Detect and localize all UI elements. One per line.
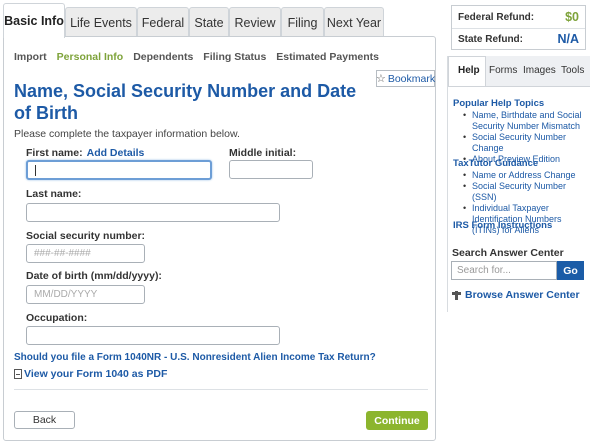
- back-button[interactable]: Back: [14, 411, 75, 429]
- middle-initial-input[interactable]: [229, 160, 313, 179]
- view-pdf-label: View your Form 1040 as PDF: [24, 368, 168, 380]
- state-refund-label: State Refund:: [458, 34, 523, 45]
- tab-life-events[interactable]: Life Events: [65, 7, 137, 37]
- middle-initial-label: Middle initial:: [229, 147, 297, 159]
- ssn-label: Social security number:: [26, 230, 146, 242]
- dob-input[interactable]: MM/DD/YYYY: [26, 285, 145, 304]
- search-input[interactable]: Search for...: [451, 261, 557, 280]
- tab-basic-info[interactable]: Basic Info: [3, 3, 65, 38]
- tutor-link-name-address[interactable]: Name or Address Change: [462, 170, 590, 181]
- pdf-icon: [14, 369, 22, 379]
- ssn-input[interactable]: ###-##-####: [26, 244, 145, 263]
- refund-summary: Federal Refund: $0 State Refund: N/A: [451, 5, 586, 50]
- tutor-link-ssn[interactable]: Social Security Number (SSN): [462, 181, 590, 203]
- help-link-ssn-change[interactable]: Social Security Number Change: [462, 132, 590, 154]
- main-tabs: Basic Info Life Events Federal State Rev…: [3, 3, 436, 38]
- subnav-estimated-payments[interactable]: Estimated Payments: [276, 51, 379, 63]
- occupation-input[interactable]: [26, 326, 280, 345]
- dob-label: Date of birth (mm/dd/yyyy):: [26, 270, 162, 282]
- subnav-import[interactable]: Import: [14, 51, 47, 63]
- state-refund-value: N/A: [557, 32, 579, 46]
- search-go-button[interactable]: Go: [557, 261, 584, 280]
- divider: [14, 389, 428, 390]
- tab-federal[interactable]: Federal: [137, 7, 189, 37]
- nonresident-link[interactable]: Should you file a Form 1040NR - U.S. Non…: [14, 352, 376, 363]
- refund-divider: [452, 28, 585, 29]
- subnav-filing-status[interactable]: Filing Status: [203, 51, 266, 63]
- help-tab-help[interactable]: Help: [458, 65, 480, 76]
- popular-help-list: Name, Birthdate and Social Security Numb…: [462, 110, 590, 165]
- browse-answer-center-label: Browse Answer Center: [465, 289, 580, 301]
- star-icon: ☆: [375, 73, 386, 85]
- first-name-label: First name: Add Details: [26, 147, 144, 159]
- help-tab-forms[interactable]: Forms: [489, 65, 517, 76]
- content-panel: Import Personal Info Dependents Filing S…: [3, 36, 436, 441]
- last-name-input[interactable]: [26, 203, 280, 222]
- sub-navigation: Import Personal Info Dependents Filing S…: [14, 51, 389, 63]
- last-name-label: Last name:: [26, 188, 82, 200]
- add-details-link[interactable]: Add Details: [87, 147, 145, 159]
- page-title: Name, Social Security Number and Date of…: [14, 81, 357, 123]
- search-answer-center-title: Search Answer Center: [452, 247, 564, 259]
- browse-answer-center-link[interactable]: Browse Answer Center: [452, 289, 580, 301]
- view-pdf-link[interactable]: View your Form 1040 as PDF: [14, 368, 167, 380]
- tab-next-year[interactable]: Next Year: [324, 7, 384, 37]
- text-cursor: [35, 164, 36, 176]
- search-placeholder: Search for...: [457, 265, 511, 276]
- popular-help-topics-heading: Popular Help Topics: [453, 98, 545, 109]
- occupation-label: Occupation:: [26, 312, 88, 324]
- help-tab-images[interactable]: Images: [523, 65, 556, 76]
- taxtutor-heading: TaxTutor Guidance: [453, 158, 539, 169]
- help-link-name-mismatch[interactable]: Name, Birthdate and Social Security Numb…: [462, 110, 590, 132]
- main-frame: Basic Info Life Events Federal State Rev…: [3, 3, 436, 441]
- help-tab-tools[interactable]: Tools: [561, 65, 584, 76]
- tab-state[interactable]: State: [189, 7, 229, 37]
- signpost-icon: [452, 290, 461, 300]
- irs-form-instructions-link[interactable]: IRS Form Instructions: [453, 220, 552, 231]
- tab-filing[interactable]: Filing: [281, 7, 324, 37]
- federal-refund-value: $0: [565, 10, 579, 24]
- ssn-placeholder: ###-##-####: [34, 248, 91, 259]
- subnav-personal-info[interactable]: Personal Info: [57, 51, 124, 63]
- dob-placeholder: MM/DD/YYYY: [34, 289, 98, 300]
- first-name-label-text: First name:: [26, 147, 83, 159]
- subnav-dependents[interactable]: Dependents: [133, 51, 193, 63]
- continue-button[interactable]: Continue: [366, 411, 428, 430]
- bookmark-label: Bookmark: [387, 72, 436, 85]
- federal-refund-label: Federal Refund:: [458, 12, 535, 23]
- tab-review[interactable]: Review: [229, 7, 281, 37]
- first-name-input[interactable]: [26, 160, 212, 180]
- help-tabs: Help Forms Images Tools: [448, 56, 590, 87]
- bookmark-button[interactable]: ☆ Bookmark: [376, 70, 435, 87]
- intro-text: Please complete the taxpayer information…: [14, 128, 240, 140]
